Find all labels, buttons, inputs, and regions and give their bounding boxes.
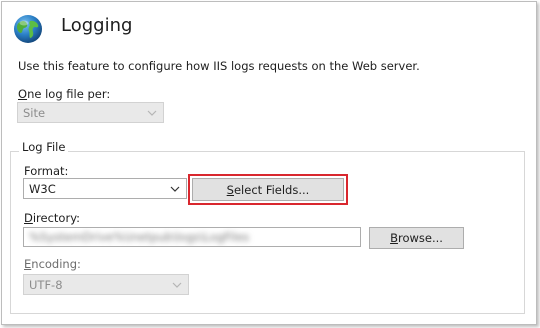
select-fields-label: elect Fields... [233,182,310,197]
select-fields-mnemonic: S [226,182,234,197]
directory-value: %SystemDrive%\inetpub\logs\LogFiles [29,230,250,244]
directory-label-mnemonic: D [24,211,33,225]
chevron-down-icon [147,110,157,116]
one-log-file-per-label-text: ne log file per: [27,87,111,101]
chevron-down-icon [170,186,180,192]
one-log-file-per-label: One log file per: [18,87,110,101]
directory-label-text: irectory: [32,211,81,225]
logging-feature-page: Logging Use this feature to configure ho… [0,0,540,328]
directory-label: Directory: [24,211,80,225]
encoding-label: Encoding: [24,257,81,271]
format-label: Format: [24,164,69,178]
log-file-group-legend: Log File [19,140,69,154]
browse-label: rowse... [397,231,443,245]
format-value: W3C [29,181,56,196]
select-fields-button[interactable]: Select Fields... [192,178,344,201]
one-log-file-per-value: Site [23,105,46,120]
feature-description: Use this feature to configure how IIS lo… [18,59,420,73]
one-log-file-per-label-mnemonic: O [18,87,28,101]
encoding-value: UTF-8 [29,277,63,292]
page-title: Logging [61,15,133,36]
one-log-file-per-dropdown[interactable]: Site [17,102,164,123]
chevron-down-icon [172,282,182,288]
encoding-label-text: ncoding: [31,257,81,271]
directory-input[interactable]: %SystemDrive%\inetpub\logs\LogFiles [23,227,361,247]
globe-icon [14,15,42,43]
encoding-dropdown[interactable]: UTF-8 [23,274,189,295]
browse-mnemonic: B [390,231,398,245]
format-dropdown[interactable]: W3C [23,178,187,199]
browse-button[interactable]: Browse... [369,227,464,249]
